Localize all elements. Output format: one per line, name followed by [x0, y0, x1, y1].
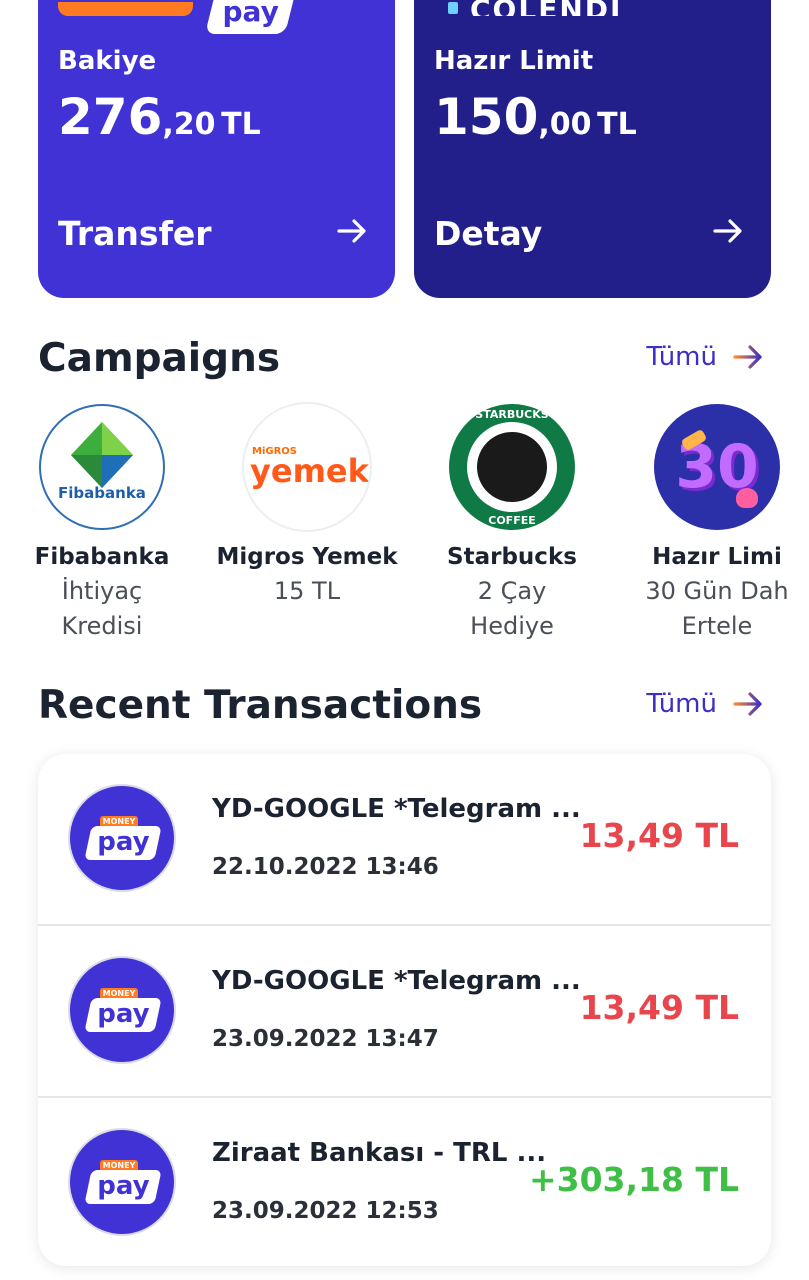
campaign-name: Starbucks: [447, 544, 577, 570]
fibabanka-logo: Fibabanka: [39, 404, 165, 530]
moneypay-avatar-icon: MONEY pay: [70, 786, 174, 890]
transaction-amount: 13,49 TL: [579, 816, 739, 855]
yemek-logo-text: yemek: [250, 452, 369, 490]
transaction-merchant: YD-GOOGLE *Telegram ...: [212, 794, 581, 824]
arrow-right-icon[interactable]: [731, 687, 765, 721]
transaction-merchant: Ziraat Bankası - TRL ...: [212, 1138, 547, 1168]
recent-transactions-title: Recent Transactions: [38, 683, 483, 728]
transactions-list: MONEY pay YD-GOOGLE *Telegram ... 22.10.…: [38, 754, 771, 1266]
arrow-right-icon[interactable]: [711, 214, 745, 248]
transfer-button[interactable]: Transfer: [58, 214, 212, 253]
campaigns-title: Campaigns: [38, 336, 281, 381]
pay-badge: pay: [84, 1170, 162, 1204]
heart-icon: [736, 488, 758, 508]
transaction-date: 22.10.2022 13:46: [212, 854, 439, 880]
campaign-item-starbucks[interactable]: STARBUCKS COFFEE Starbucks 2 Çay Hediye: [412, 404, 612, 644]
pay-logo: pay: [205, 0, 295, 34]
limit-label: Hazır Limit: [434, 46, 594, 76]
starbucks-logo: STARBUCKS COFFEE: [449, 404, 575, 530]
campaign-desc-line2: Hediye: [470, 612, 554, 640]
limit-card[interactable]: COLENDI Hazır Limit 150,00 TL Detay: [414, 0, 771, 298]
campaigns-carousel[interactable]: Fibabanka Fibabanka İhtiyaç Kredisi MiGR…: [0, 404, 809, 654]
transaction-row[interactable]: MONEY pay Ziraat Bankası - TRL ... 23.09…: [38, 1096, 771, 1268]
transaction-amount: 13,49 TL: [579, 988, 739, 1027]
colendi-brand-text: COLENDI: [470, 0, 622, 16]
campaign-name: Fibabanka: [34, 544, 170, 570]
campaign-item-migros-yemek[interactable]: MiGROS yemek Migros Yemek 15 TL: [207, 404, 407, 609]
campaign-name: Hazır Limi: [652, 544, 782, 570]
limit-amount-int: 150: [434, 88, 539, 146]
detay-button[interactable]: Detay: [434, 214, 542, 253]
campaigns-see-all-link[interactable]: Tümü: [646, 340, 765, 374]
starbucks-logo-text-bottom: COFFEE: [488, 514, 536, 527]
campaign-desc-line2: Ertele: [681, 612, 753, 640]
fibabanka-logo-text: Fibabanka: [58, 484, 146, 502]
starbucks-siren-icon: [477, 432, 547, 502]
colendi-mark-icon: [448, 2, 458, 14]
balance-amount-dec: ,20: [162, 107, 216, 142]
pay-badge: pay: [84, 826, 162, 860]
campaigns-see-all-label[interactable]: Tümü: [646, 342, 717, 372]
money-logo-strip: [58, 2, 193, 16]
campaign-item-hazir-limit[interactable]: 30 Hazır Limi 30 Gün Dah Ertele: [617, 404, 809, 644]
moneypay-avatar-icon: MONEY pay: [70, 958, 174, 1062]
moneypay-avatar-icon: MONEY pay: [70, 1130, 174, 1234]
campaign-item-fibabanka[interactable]: Fibabanka Fibabanka İhtiyaç Kredisi: [2, 404, 202, 644]
transactions-see-all-link[interactable]: Tümü: [646, 687, 765, 721]
campaign-desc-line1: 30 Gün Dah: [645, 577, 789, 605]
campaign-desc-line1: İhtiyaç: [61, 577, 143, 605]
hazir-limit-logo: 30: [654, 404, 780, 530]
migros-yemek-logo: MiGROS yemek: [244, 404, 370, 530]
arrow-right-icon[interactable]: [731, 340, 765, 374]
balance-amount: 276,20 TL: [58, 88, 261, 146]
limit-currency: TL: [597, 107, 637, 142]
balance-currency: TL: [221, 107, 261, 142]
transaction-row[interactable]: MONEY pay YD-GOOGLE *Telegram ... 23.09.…: [38, 924, 771, 1096]
transaction-row[interactable]: MONEY pay YD-GOOGLE *Telegram ... 22.10.…: [38, 754, 771, 924]
balance-label: Bakiye: [58, 46, 157, 76]
transaction-merchant: YD-GOOGLE *Telegram ...: [212, 966, 581, 996]
campaign-name: Migros Yemek: [216, 544, 398, 570]
balance-amount-int: 276: [58, 88, 163, 146]
pay-badge: pay: [84, 998, 162, 1032]
starbucks-logo-text-top: STARBUCKS: [475, 408, 549, 421]
transactions-see-all-label[interactable]: Tümü: [646, 689, 717, 719]
transaction-date: 23.09.2022 13:47: [212, 1026, 439, 1052]
limit-amount-dec: ,00: [538, 107, 592, 142]
transaction-amount: +303,18 TL: [528, 1160, 739, 1199]
arrow-right-icon[interactable]: [335, 214, 369, 248]
campaign-desc-line1: 15 TL: [273, 577, 341, 605]
balance-card[interactable]: pay Bakiye 276,20 TL Transfer: [38, 0, 395, 298]
limit-amount: 150,00 TL: [434, 88, 637, 146]
campaign-desc-line1: 2 Çay: [477, 577, 547, 605]
fibabanka-diamond-icon: [71, 422, 133, 488]
campaign-desc-line2: Kredisi: [61, 612, 143, 640]
transaction-date: 23.09.2022 12:53: [212, 1198, 439, 1224]
